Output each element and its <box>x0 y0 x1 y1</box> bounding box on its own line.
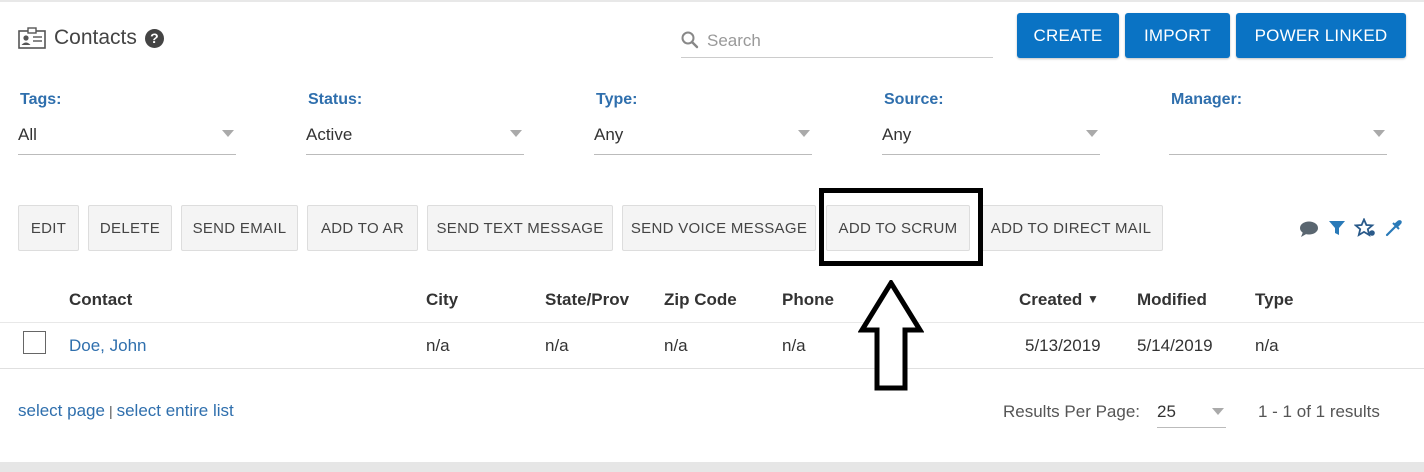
cell-modified: 5/14/2019 <box>1137 336 1213 355</box>
filter-value-status: Active <box>306 125 353 144</box>
chevron-down-icon <box>798 130 810 137</box>
column-header-created[interactable]: Created ▼ <box>1019 290 1099 310</box>
column-header-created-label: Created <box>1019 290 1083 309</box>
page-title: Contacts ? <box>18 26 164 50</box>
filter-value-tags: All <box>18 125 37 144</box>
chevron-down-icon <box>1373 130 1385 137</box>
column-header-modified[interactable]: Modified <box>1137 290 1207 310</box>
star-icon[interactable] <box>1354 218 1376 238</box>
top-border <box>0 0 1424 2</box>
cell-created: 5/13/2019 <box>1025 336 1101 355</box>
cell-city: n/a <box>426 336 450 355</box>
search-box[interactable] <box>681 26 993 58</box>
chevron-down-icon <box>222 130 234 137</box>
select-page-link[interactable]: select page <box>18 401 105 421</box>
results-per-page-select[interactable]: 25 <box>1157 396 1226 428</box>
column-header-contact[interactable]: Contact <box>69 290 132 310</box>
annotation-highlight-box <box>819 188 983 266</box>
send-text-message-button[interactable]: SEND TEXT MESSAGE <box>427 205 613 251</box>
search-icon <box>681 31 699 49</box>
comment-icon[interactable] <box>1298 218 1320 238</box>
row-divider <box>0 368 1424 369</box>
sort-descending-icon: ▼ <box>1087 292 1099 306</box>
filter-label-manager: Manager: <box>1171 91 1243 108</box>
row-checkbox[interactable] <box>23 331 46 354</box>
filter-select-type[interactable]: Any <box>594 120 812 155</box>
results-per-page-label: Results Per Page: <box>1003 402 1141 421</box>
select-entire-list-link[interactable]: select entire list <box>117 401 234 421</box>
filter-label-source: Source: <box>884 91 944 108</box>
eyedropper-icon[interactable] <box>1384 218 1404 238</box>
send-email-button[interactable]: SEND EMAIL <box>181 205 298 251</box>
chevron-down-icon <box>1212 408 1224 415</box>
cell-state: n/a <box>545 336 569 355</box>
send-voice-message-button[interactable]: SEND VOICE MESSAGE <box>622 205 816 251</box>
column-header-city[interactable]: City <box>426 290 458 310</box>
filter-select-source[interactable]: Any <box>882 120 1100 155</box>
cell-phone: n/a <box>782 336 806 355</box>
power-linked-button[interactable]: POWER LINKED <box>1236 13 1406 58</box>
contact-name-link[interactable]: Doe, John <box>69 336 147 356</box>
link-separator: | <box>108 403 113 419</box>
filter-select-status[interactable]: Active <box>306 120 524 155</box>
add-to-ar-button[interactable]: ADD TO AR <box>307 205 418 251</box>
help-icon[interactable]: ? <box>144 28 164 48</box>
contact-card-icon <box>18 27 46 49</box>
header-divider <box>0 322 1424 323</box>
bottom-shade <box>0 462 1424 472</box>
add-to-direct-mail-button[interactable]: ADD TO DIRECT MAIL <box>979 205 1163 251</box>
chevron-down-icon <box>510 130 522 137</box>
create-button[interactable]: CREATE <box>1017 13 1119 58</box>
filter-value-type: Any <box>594 125 624 144</box>
filter-value-source: Any <box>882 125 912 144</box>
filter-label-status: Status: <box>308 91 363 108</box>
filter-icon[interactable] <box>1328 219 1346 237</box>
delete-button[interactable]: DELETE <box>88 205 172 251</box>
results-count: 1 - 1 of 1 results <box>1258 402 1380 421</box>
table-tools <box>1298 218 1404 238</box>
cell-zip: n/a <box>664 336 688 355</box>
results-per-page-value: 25 <box>1157 402 1176 421</box>
edit-button[interactable]: EDIT <box>18 205 79 251</box>
selection-links: select page | select entire list <box>18 401 234 421</box>
column-header-zip[interactable]: Zip Code <box>664 290 737 310</box>
chevron-down-icon <box>1086 130 1098 137</box>
annotation-arrow-icon <box>858 280 924 391</box>
column-header-type[interactable]: Type <box>1255 290 1293 310</box>
column-header-state[interactable]: State/Prov <box>545 290 629 310</box>
column-header-phone[interactable]: Phone <box>782 290 834 310</box>
filter-label-tags: Tags: <box>20 91 62 108</box>
page-title-text: Contacts <box>54 26 137 49</box>
filter-select-manager[interactable] <box>1169 120 1387 155</box>
search-input[interactable] <box>705 28 989 54</box>
filter-label-type: Type: <box>596 91 638 108</box>
cell-type: n/a <box>1255 336 1279 355</box>
import-button[interactable]: IMPORT <box>1125 13 1230 58</box>
filter-select-tags[interactable]: All <box>18 120 236 155</box>
